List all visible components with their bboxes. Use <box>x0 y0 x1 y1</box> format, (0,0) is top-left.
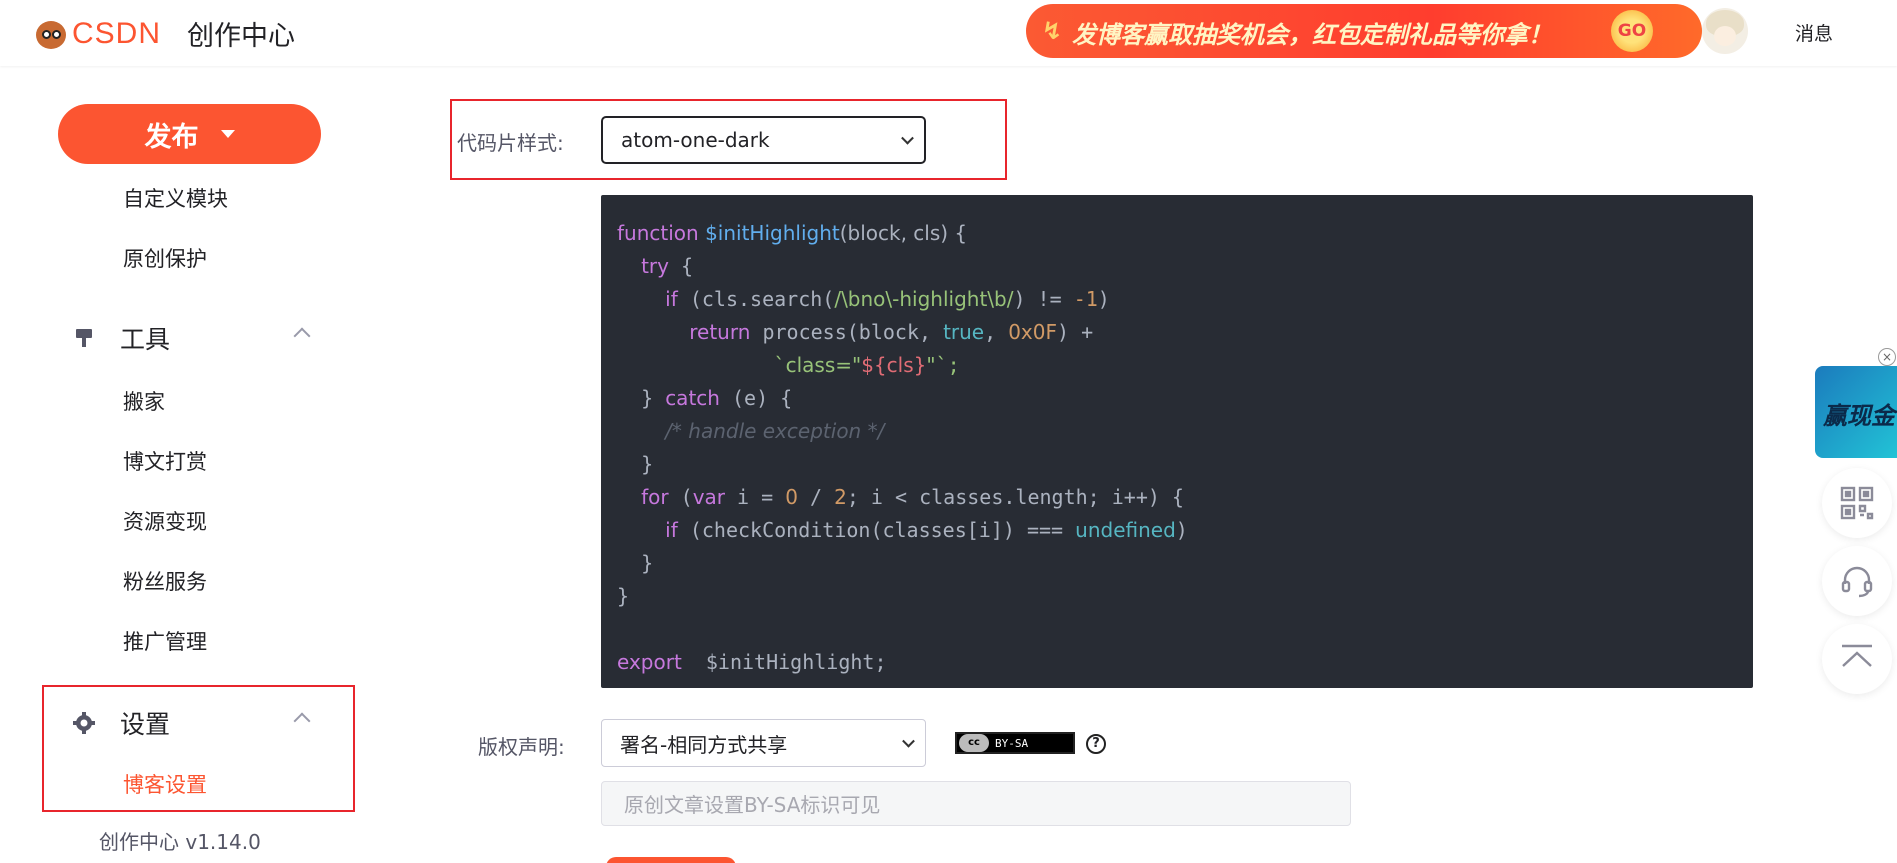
chevron-down-icon <box>902 734 915 748</box>
cc-by-sa-badge: cc BY-SA <box>955 732 1075 754</box>
csdn-logo[interactable]: CSDN 创作中心 <box>32 14 295 53</box>
cc-icon: cc <box>959 734 989 752</box>
copyright-label: 版权声明: <box>478 735 565 759</box>
help-icon[interactable]: ? <box>1086 734 1106 754</box>
caret-down-icon <box>220 130 235 138</box>
note-placeholder: 原创文章设置BY-SA标识可见 <box>624 793 881 817</box>
copyright-value: 署名-相同方式共享 <box>620 732 788 757</box>
sidebar-item-move[interactable]: 搬家 <box>123 386 165 416</box>
sidebar-group-label: 工具 <box>120 325 171 354</box>
customer-service-button[interactable] <box>1822 546 1892 616</box>
sidebar-group-label: 设置 <box>120 710 171 739</box>
sidebar-item-reward[interactable]: 博文打赏 <box>123 446 207 476</box>
headset-icon <box>1841 566 1873 598</box>
code-style-label: 代码片样式: <box>457 131 564 155</box>
banner-text: 发博客赢取抽奖机会，红包定制礼品等你拿！ <box>1072 21 1552 49</box>
publish-label: 发布 <box>144 121 199 153</box>
chevron-up-icon[interactable] <box>293 327 311 345</box>
gear-icon <box>72 711 96 735</box>
sidebar-item-promotion[interactable]: 推广管理 <box>123 626 207 656</box>
sidebar: 发布 自定义模块 原创保护 工具 搬家 博文打赏 资源变现 粉丝服务 推广管理 … <box>0 66 396 863</box>
chevron-down-icon <box>901 131 914 145</box>
cc-badge-label: BY-SA <box>995 736 1029 750</box>
copyright-note-input[interactable]: 原创文章设置BY-SA标识可见 <box>601 781 1351 826</box>
back-to-top-icon <box>1842 644 1872 667</box>
version-text: 创作中心 v1.14.0 <box>99 830 261 854</box>
banner-go-badge: GO <box>1611 10 1653 52</box>
code-style-select[interactable]: atom-one-dark <box>601 116 926 164</box>
sidebar-item-fans[interactable]: 粉丝服务 <box>123 566 207 596</box>
page-title: 创作中心 <box>187 21 296 52</box>
messages-link[interactable]: 消息 <box>1795 19 1833 46</box>
mascot-icon <box>32 17 70 51</box>
save-button[interactable] <box>606 857 736 863</box>
lightning-icon: ↯ <box>1042 17 1063 45</box>
avatar[interactable] <box>1702 8 1748 54</box>
sidebar-item-blog-settings[interactable]: 博客设置 <box>123 769 207 799</box>
float-ad[interactable]: 赢现金 <box>1815 366 1897 458</box>
sidebar-item-original-protection[interactable]: 原创保护 <box>123 243 207 273</box>
sidebar-item-custom-module[interactable]: 自定义模块 <box>123 183 228 213</box>
code-style-value: atom-one-dark <box>621 128 770 152</box>
promo-banner[interactable]: ↯ 发博客赢取抽奖机会，红包定制礼品等你拿！ GO <box>1026 4 1702 58</box>
close-icon[interactable]: × <box>1878 348 1896 366</box>
publish-button[interactable]: 发布 <box>58 104 321 164</box>
sidebar-group-tools[interactable]: 工具 <box>72 320 170 356</box>
sidebar-group-settings[interactable]: 设置 <box>72 705 170 741</box>
brush-icon <box>72 326 96 350</box>
top-header: CSDN 创作中心 ↯ 发博客赢取抽奖机会，红包定制礼品等你拿！ GO 消息 <box>0 0 1897 66</box>
qrcode-icon <box>1840 486 1874 520</box>
copyright-select[interactable]: 署名-相同方式共享 <box>601 719 926 767</box>
qrcode-button[interactable] <box>1822 468 1892 538</box>
code-preview: function $initHighlight(block, cls) { tr… <box>601 195 1753 688</box>
sidebar-item-resource[interactable]: 资源变现 <box>123 506 207 536</box>
back-to-top-button[interactable] <box>1822 624 1892 694</box>
ad-text: 赢现金 <box>1823 402 1895 430</box>
logo-text: CSDN <box>72 16 162 50</box>
